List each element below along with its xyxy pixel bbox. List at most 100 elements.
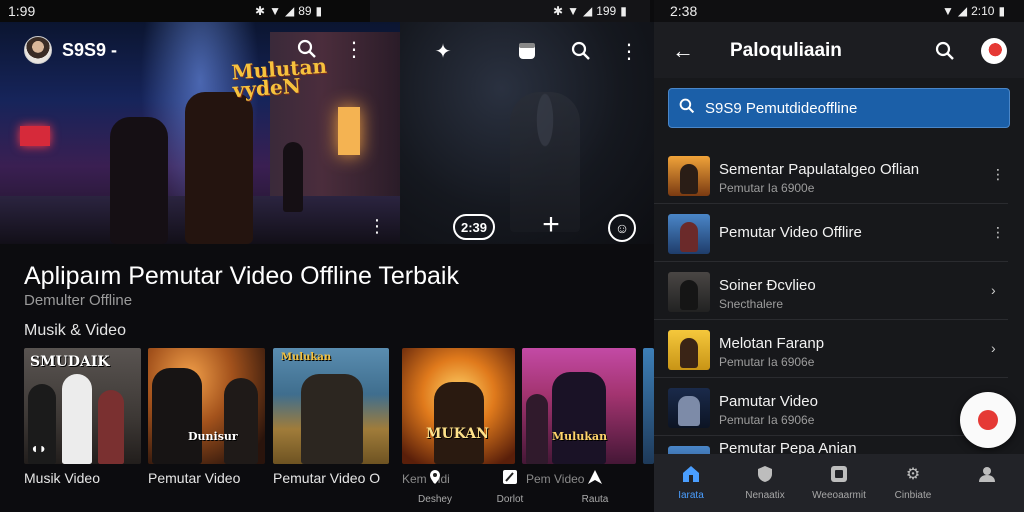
chevron-right-icon[interactable]: › bbox=[991, 340, 996, 356]
dancer-figure bbox=[110, 117, 168, 244]
nav-item-weeoaarmit[interactable]: Weeoaarmit bbox=[802, 454, 876, 512]
avatar[interactable] bbox=[981, 38, 1007, 64]
thumbnail-caption: SMUDAIK bbox=[30, 354, 110, 370]
list-thumbnail bbox=[668, 388, 710, 428]
battery-icon: ▮ bbox=[315, 4, 323, 18]
search-input[interactable]: S9S9 Pemutdideoffline bbox=[668, 88, 1010, 128]
account-name: S9S9 - bbox=[62, 40, 118, 60]
status-time: 2:38 bbox=[670, 3, 698, 19]
nav-item-nenaatix[interactable]: Nenaatix bbox=[728, 454, 802, 512]
nav-item-home[interactable]: Iarata bbox=[654, 454, 728, 512]
page-title: Paloquliaain bbox=[730, 40, 842, 61]
edit-icon bbox=[501, 468, 519, 486]
bluetooth-icon: ✱ bbox=[553, 4, 564, 18]
more-vert-icon[interactable]: ⋮ bbox=[616, 38, 642, 64]
search-icon bbox=[679, 98, 695, 119]
hero-art-title: Mulutan vydeN bbox=[230, 53, 328, 103]
video-thumbnail[interactable] bbox=[643, 348, 654, 464]
counter-chip[interactable]: 2:39 bbox=[453, 214, 495, 240]
hero-video-thumbnail[interactable]: Mulutan vydeN S9S9 - ⋮ ⋮ bbox=[0, 22, 400, 244]
signal-icon: ◢ bbox=[957, 4, 968, 18]
profile-icon bbox=[977, 464, 997, 484]
video-thumbnail[interactable]: SMUDAIK ◖◗ bbox=[24, 348, 141, 464]
list-item[interactable]: Melotan Faranp Pemutar Ia 6906e › bbox=[654, 320, 1008, 378]
location-icon bbox=[426, 468, 444, 486]
list-thumbnail bbox=[668, 214, 710, 254]
status-bar-left: 1:99 ✱ ▼ ◢ 89 ▮ bbox=[0, 0, 370, 22]
play-badge-icon: ◖◗ bbox=[30, 440, 47, 456]
thumbnail-caption: Dunisur bbox=[188, 430, 238, 443]
chevron-right-icon[interactable]: › bbox=[991, 282, 996, 298]
bluetooth-icon: ✱ bbox=[255, 4, 266, 18]
list-thumbnail bbox=[668, 272, 710, 312]
app-bar: ← Paloquliaain bbox=[654, 22, 1024, 78]
dancer-figure bbox=[185, 92, 253, 244]
guitarist-figure bbox=[283, 142, 303, 212]
library-icon bbox=[829, 464, 849, 484]
status-bar-right: 2:38 ▼ ◢ 2:10 ▮ bbox=[654, 0, 1024, 22]
triangle-icon bbox=[586, 468, 604, 486]
list-item[interactable]: Pemutar Video Offlire ⋮ bbox=[654, 204, 1008, 262]
video-thumbnail[interactable]: MUKAN bbox=[402, 348, 515, 464]
bottom-navigation: Iarata Nenaatix Weeoaarmit ⚙ Cinbiate bbox=[654, 454, 1024, 512]
home-icon bbox=[681, 464, 701, 484]
thumbnail-label: Musik Video bbox=[24, 470, 101, 486]
page-subtitle: Demulter Offline bbox=[24, 292, 133, 309]
status-icons: ✱ ▼ ◢ 199 ▮ bbox=[553, 4, 627, 18]
battery-text: 89 bbox=[298, 4, 312, 18]
emoji-icon[interactable]: ☺ bbox=[608, 214, 636, 242]
video-thumbnail[interactable]: Mulukan bbox=[273, 348, 389, 464]
nav-item-deshey[interactable]: Deshey bbox=[410, 468, 460, 505]
battery-text: 199 bbox=[596, 4, 617, 18]
nav-item-dorlot[interactable]: Dorlot bbox=[485, 468, 535, 505]
video-thumbnail[interactable]: Mulukan bbox=[522, 348, 636, 464]
nav-item-cinbiate[interactable]: ⚙ Cinbiate bbox=[876, 454, 950, 512]
signal-icon: ◢ bbox=[582, 4, 593, 18]
search-icon[interactable] bbox=[932, 38, 958, 64]
search-icon[interactable] bbox=[568, 38, 594, 64]
settings-icon: ⚙ bbox=[905, 466, 921, 483]
record-button[interactable] bbox=[960, 392, 1016, 448]
more-vert-icon[interactable]: ⋮ bbox=[341, 36, 367, 62]
list-thumbnail bbox=[668, 156, 710, 196]
nav-item-rauta[interactable]: Rauta bbox=[570, 468, 620, 505]
list-thumbnail bbox=[668, 446, 710, 454]
nav-item-profile[interactable] bbox=[950, 454, 1024, 512]
thumbnail-label: Pemutar Video O bbox=[273, 470, 381, 486]
wifi-icon: ▼ bbox=[269, 4, 281, 18]
list-item[interactable]: Soiner Ðcvlieo Snecthalere › bbox=[654, 262, 1008, 320]
library-icon[interactable] bbox=[514, 38, 540, 64]
thumbnail-caption: Mulukan bbox=[552, 430, 608, 443]
section-title: Musik & Video bbox=[24, 322, 126, 339]
add-icon[interactable]: + bbox=[538, 208, 564, 241]
signal-icon: ◢ bbox=[284, 4, 295, 18]
more-vert-icon[interactable]: ⋮ bbox=[991, 224, 1005, 241]
search-icon[interactable] bbox=[294, 36, 320, 62]
page-title: Aplipaım Pemutar Video Offline Terbaik bbox=[24, 262, 459, 290]
more-vert-icon[interactable]: ⋮ bbox=[991, 166, 1005, 183]
list-item[interactable]: Pemutar Pepa Anian bbox=[654, 436, 1008, 454]
record-icon bbox=[978, 410, 998, 430]
status-icons: ▼ ◢ 2:10 ▮ bbox=[942, 4, 1005, 18]
video-thumbnail[interactable]: Dunisur bbox=[148, 348, 265, 464]
status-bar-middle: ✱ ▼ ◢ 199 ▮ bbox=[370, 0, 650, 22]
thumbnail-caption: MUKAN bbox=[426, 426, 489, 442]
thumbnail-label: Pemutar Video bbox=[148, 470, 241, 486]
status-time: 1:99 bbox=[8, 3, 36, 19]
shield-icon bbox=[755, 464, 775, 484]
list-item[interactable]: Sementar Papulatalgeo Oflian Pemutar Ia … bbox=[654, 146, 1008, 204]
wifi-icon: ▼ bbox=[567, 4, 579, 18]
list-item[interactable]: Pamutar Video Pemutar Ia 6906e bbox=[654, 378, 1008, 436]
search-value: S9S9 Pemutdideoffline bbox=[705, 99, 858, 117]
cast-icon[interactable]: ✦ bbox=[430, 38, 456, 64]
wifi-icon: ▼ bbox=[942, 4, 954, 18]
battery-icon: ▮ bbox=[998, 4, 1006, 18]
back-arrow-icon[interactable]: ← bbox=[672, 38, 694, 64]
more-vert-icon[interactable]: ⋮ bbox=[368, 216, 386, 237]
battery-text: 2:10 bbox=[971, 4, 995, 18]
thumbnail-caption: Mulukan bbox=[281, 352, 332, 363]
video-carousel: SMUDAIK ◖◗ Dunisur Mulukan MUKAN Mulukan bbox=[24, 348, 654, 466]
status-icons: ✱ ▼ ◢ 89 ▮ bbox=[255, 4, 322, 18]
battery-icon: ▮ bbox=[620, 4, 627, 18]
avatar[interactable] bbox=[24, 36, 52, 64]
